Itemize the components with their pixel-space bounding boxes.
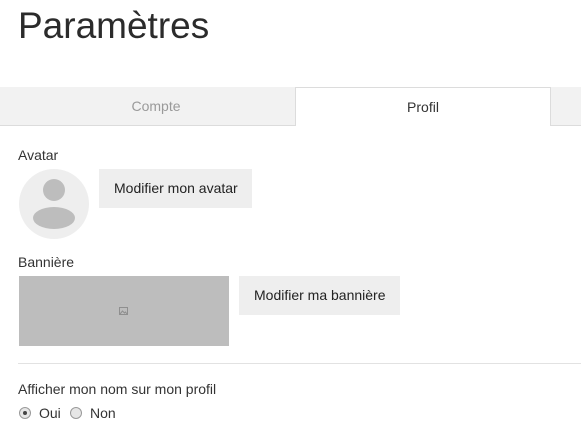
- edit-avatar-button[interactable]: Modifier mon avatar: [99, 169, 252, 208]
- edit-banner-button[interactable]: Modifier ma bannière: [239, 276, 400, 315]
- banner-label: Bannière: [18, 254, 75, 270]
- avatar: [19, 169, 89, 239]
- page-title: Paramètres: [18, 5, 210, 46]
- user-silhouette-icon: [33, 179, 75, 229]
- banner-preview: [19, 276, 229, 346]
- tab-profil[interactable]: Profil: [295, 87, 551, 126]
- radio-non-label: Non: [90, 405, 116, 421]
- settings-page: Paramètres Compte Profil Avatar Modifier…: [0, 0, 581, 437]
- avatar-label: Avatar: [18, 147, 59, 163]
- radio-oui-circle[interactable]: [19, 407, 31, 419]
- tab-bar: Compte Profil: [0, 87, 581, 126]
- show-name-label: Afficher mon nom sur mon profil: [18, 381, 217, 397]
- radio-oui[interactable]: Oui: [19, 404, 61, 422]
- section-divider: [18, 363, 581, 364]
- radio-oui-label: Oui: [39, 405, 61, 421]
- image-placeholder-icon: [119, 307, 128, 315]
- tab-compte[interactable]: Compte: [18, 87, 294, 125]
- radio-non-circle[interactable]: [70, 407, 82, 419]
- radio-non[interactable]: Non: [70, 404, 116, 422]
